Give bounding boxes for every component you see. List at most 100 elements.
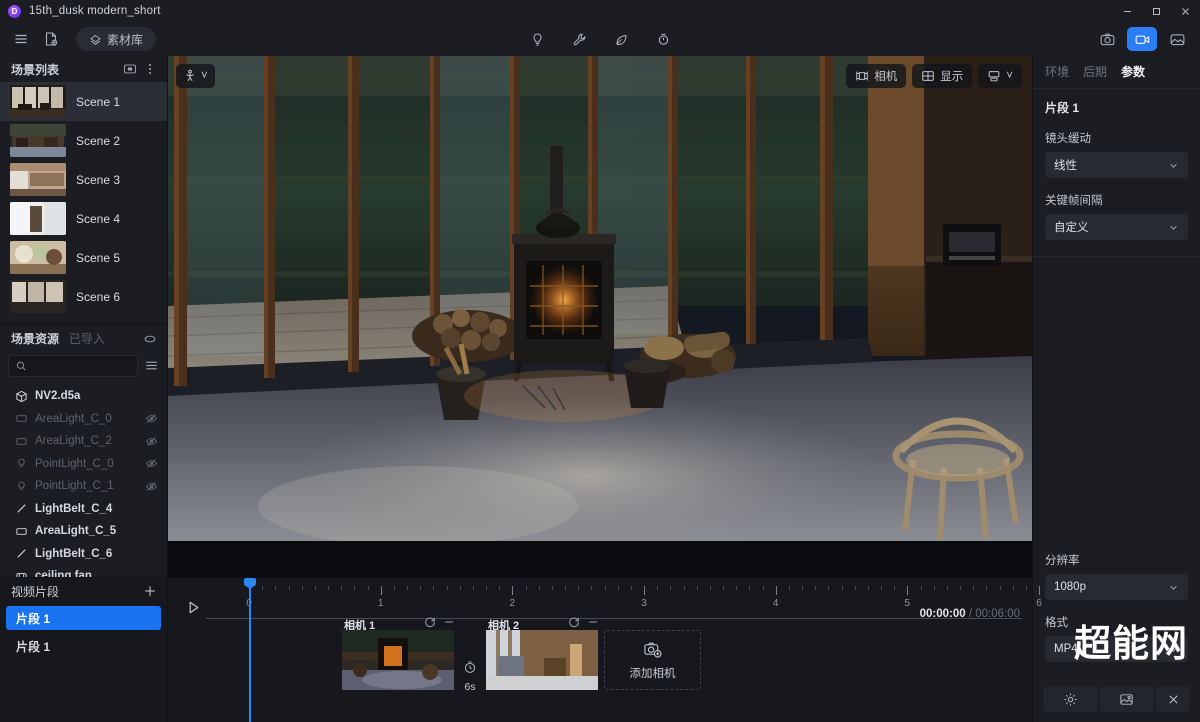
eye-off-icon[interactable]: [143, 456, 159, 472]
light-icon[interactable]: [523, 26, 551, 52]
timeline-tick-minor: [709, 586, 711, 590]
camera-easing-select[interactable]: 线性: [1045, 152, 1188, 178]
timeline-tick-minor: [301, 586, 303, 590]
timeline-tick-label: 4: [772, 598, 779, 609]
asset-list-item[interactable]: LightBelt_C_4: [0, 497, 167, 520]
asset-list-item[interactable]: PointLight_C_1: [0, 475, 167, 498]
timeline-tick-label: 6: [1036, 598, 1042, 609]
refresh-icon[interactable]: [424, 616, 436, 628]
refresh-icon[interactable]: [568, 616, 580, 628]
scene-list-item[interactable]: Scene 2: [0, 121, 167, 160]
camera-track[interactable]: 相机 2: [486, 617, 598, 722]
asset-list-item[interactable]: AreaLight_C_5: [0, 520, 167, 543]
keyframe-interval-select[interactable]: 自定义: [1045, 214, 1188, 240]
scene-list-item[interactable]: Scene 1: [0, 82, 167, 121]
render-button[interactable]: [1099, 686, 1154, 712]
timeline-tick-minor: [723, 586, 724, 590]
arealight-icon: [14, 412, 28, 426]
camera-thumbnail[interactable]: [486, 630, 598, 690]
add-camera-button[interactable]: 添加相机: [604, 630, 701, 690]
window-controls: [1113, 0, 1200, 22]
file-add-icon[interactable]: [38, 26, 64, 52]
hamburger-icon[interactable]: [8, 26, 34, 52]
scene-list-item[interactable]: Scene 3: [0, 160, 167, 199]
asset-list-item[interactable]: AreaLight_C_2: [0, 430, 167, 453]
list-filter-icon[interactable]: [144, 356, 159, 376]
asset-panel-subtab[interactable]: 已导入: [69, 330, 105, 347]
close-panel-button[interactable]: [1156, 686, 1190, 712]
plus-icon[interactable]: [141, 582, 159, 600]
timeline-tick-minor: [262, 586, 264, 590]
timer-icon[interactable]: [463, 660, 477, 674]
camera-easing-value: 线性: [1054, 160, 1077, 172]
scene-list[interactable]: Scene 1 Scene 2 Scene 3 Scene 4 Scene 5 …: [0, 82, 167, 324]
clip-item[interactable]: 片段 1: [6, 606, 161, 630]
viewport[interactable]: ˅ 相机 显示 ˅: [168, 56, 1032, 577]
timeline-tick-minor: [538, 586, 540, 590]
scene-list-item[interactable]: Scene 4: [0, 199, 167, 238]
scene-list-item[interactable]: Scene 6: [0, 277, 167, 316]
timeline-tick-minor: [630, 586, 632, 590]
maximize-button[interactable]: [1142, 0, 1171, 22]
search-input[interactable]: [31, 359, 130, 372]
tab-environment[interactable]: 环境: [1045, 63, 1069, 80]
timeline-ticks: 0123456: [206, 578, 1042, 630]
parameters-section-title: 片段 1: [1045, 101, 1080, 115]
add-scene-icon[interactable]: [121, 60, 139, 78]
asset-list-item[interactable]: ceiling fan: [0, 565, 167, 577]
eye-off-icon[interactable]: [143, 433, 159, 449]
resolution-value: 1080p: [1054, 581, 1086, 593]
viewport-layout-button[interactable]: ˅: [978, 64, 1022, 88]
camera-track[interactable]: 相机 1: [342, 617, 454, 722]
export-image-button[interactable]: [1162, 27, 1192, 51]
more-vertical-icon[interactable]: [141, 60, 159, 78]
leaf-icon[interactable]: [607, 26, 635, 52]
viewport-render: [168, 56, 1032, 541]
scene-thumbnail: [10, 124, 66, 157]
minus-icon[interactable]: [443, 616, 455, 628]
camera-track-tools: [568, 616, 599, 628]
tab-parameters[interactable]: 参数: [1121, 63, 1145, 80]
photo-mode-button[interactable]: [1092, 27, 1122, 51]
timeline-ruler[interactable]: 0123456: [206, 578, 1042, 722]
close-button[interactable]: [1171, 0, 1200, 22]
timeline-playhead[interactable]: [249, 581, 251, 722]
asset-list-item[interactable]: PointLight_C_0: [0, 452, 167, 475]
settings-button[interactable]: [1043, 686, 1098, 712]
viewport-camera-button[interactable]: 相机: [846, 64, 907, 88]
viewport-display-button[interactable]: 显示: [912, 64, 973, 88]
timeline-tick-minor: [551, 586, 553, 590]
timeline-tick-minor: [617, 586, 619, 590]
minimize-button[interactable]: [1113, 0, 1142, 22]
scene-list-item[interactable]: Scene 5: [0, 238, 167, 277]
asset-list-item[interactable]: NV2.d5a: [0, 385, 167, 408]
timeline: 0123456 00:00:00 / 00:06:00 相机 1: [168, 577, 1042, 722]
camera-thumbnail[interactable]: [342, 630, 454, 690]
display-icon: [922, 71, 935, 81]
timeline-tick-minor: [683, 586, 685, 590]
arealight-icon: [14, 434, 28, 448]
format-label: 格式: [1045, 617, 1068, 629]
scene-panel-title: 场景列表: [11, 62, 60, 77]
asset-name: PointLight_C_0: [35, 457, 114, 470]
search-box[interactable]: [8, 354, 138, 377]
eye-off-icon[interactable]: [143, 411, 159, 427]
clip-item[interactable]: 片段 1: [6, 634, 161, 658]
tab-post[interactable]: 后期: [1083, 63, 1107, 80]
play-button[interactable]: [180, 594, 206, 620]
asset-library-button[interactable]: 素材库: [76, 27, 157, 51]
asset-list-item[interactable]: LightBelt_C_6: [0, 542, 167, 565]
minus-icon[interactable]: [587, 616, 599, 628]
asset-list-item[interactable]: AreaLight_C_0: [0, 407, 167, 430]
weather-icon[interactable]: [649, 26, 677, 52]
resolution-select[interactable]: 1080p: [1045, 574, 1188, 600]
video-mode-button[interactable]: [1127, 27, 1157, 51]
chevron-down-icon: [1168, 582, 1179, 593]
eye-off-icon[interactable]: [143, 478, 159, 494]
format-select[interactable]: MP4: [1045, 636, 1188, 662]
asset-list[interactable]: NV2.d5a AreaLight_C_0 AreaLight_C_2 Poin…: [0, 383, 167, 577]
tool-icon[interactable]: [565, 26, 593, 52]
collapse-icon[interactable]: [141, 330, 159, 348]
move-tool-button[interactable]: ˅: [176, 64, 215, 88]
timeline-tick-minor: [328, 586, 329, 590]
